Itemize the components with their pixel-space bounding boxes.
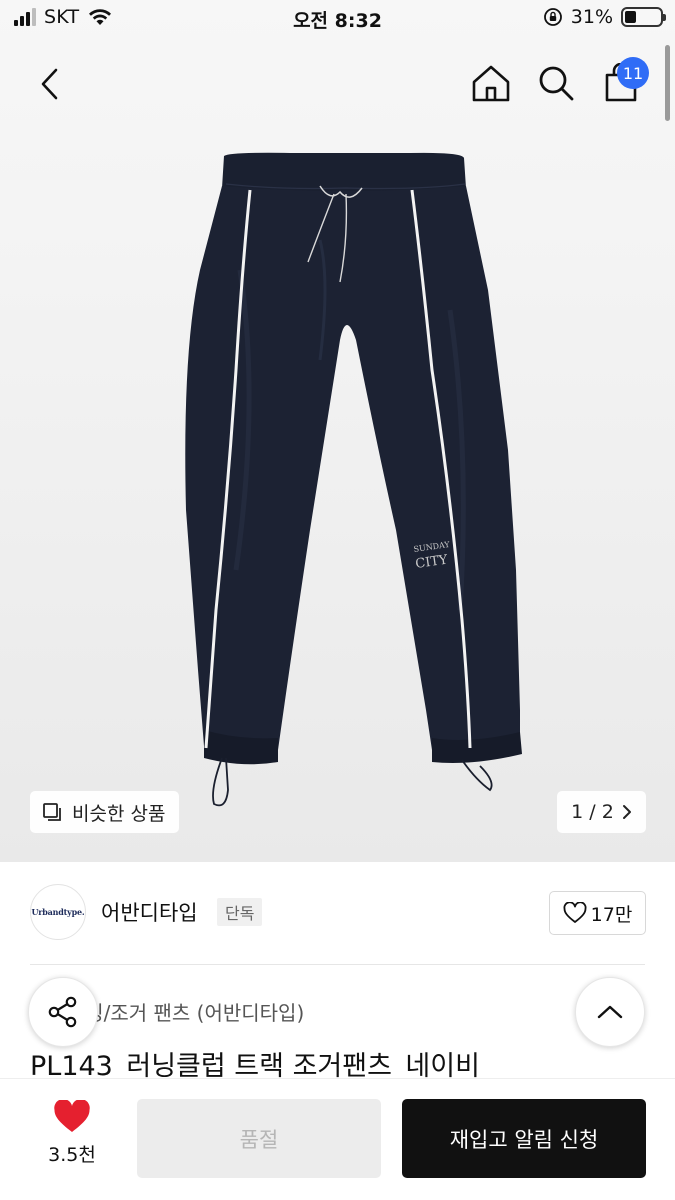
home-button[interactable] (468, 60, 514, 106)
product-image-area: SKT 오전 8:32 31% 11 SUNDAY CITY 비슷한 상품 1 … (0, 0, 675, 862)
heart-outline-icon (563, 902, 587, 923)
status-bar: SKT 오전 8:32 31% (0, 0, 675, 40)
similar-products-button[interactable]: 비슷한 상품 (30, 791, 180, 833)
scroll-to-top-button[interactable] (575, 977, 645, 1047)
back-button[interactable] (28, 62, 72, 106)
app-header (0, 50, 675, 116)
home-icon (472, 65, 510, 102)
orientation-lock-icon (543, 8, 562, 26)
share-icon (48, 996, 77, 1028)
battery-level-fill (625, 11, 636, 23)
chevron-right-icon (622, 805, 631, 819)
heart-filled-icon (54, 1100, 90, 1132)
product-like-button[interactable]: 3.5천 (30, 1100, 114, 1176)
chevron-left-icon (41, 68, 58, 100)
image-pager-text: 1 / 2 (571, 801, 614, 823)
product-like-count: 3.5천 (48, 1144, 96, 1166)
similar-products-label: 비슷한 상품 (72, 802, 166, 825)
status-right: 31% (543, 6, 666, 28)
battery-percent: 31% (570, 6, 613, 28)
brand-like-count: 17만 (590, 903, 633, 926)
search-button[interactable] (533, 60, 579, 106)
battery-icon (621, 7, 666, 27)
cart-count-badge: 11 (617, 57, 649, 89)
brand-like-button[interactable]: 17만 (549, 891, 646, 935)
exclusive-badge: 단독 (217, 898, 263, 926)
restock-alert-button[interactable]: 재입고 알림 신청 (402, 1099, 646, 1178)
search-icon (539, 66, 574, 101)
image-pager[interactable]: 1 / 2 (557, 791, 646, 833)
product-print: SUNDAY CITY (413, 540, 451, 572)
brand-logo-text: Urbandtype. (31, 907, 85, 917)
divider (30, 964, 645, 965)
similar-products-icon (43, 803, 61, 821)
product-image[interactable]: SUNDAY CITY (170, 150, 525, 810)
soldout-button[interactable]: 품절 (137, 1099, 381, 1178)
scroll-indicator (665, 45, 670, 121)
chevron-up-icon (597, 1005, 623, 1019)
brand-name[interactable]: 어반디타입 (101, 897, 198, 927)
share-button[interactable] (28, 977, 98, 1047)
brand-logo[interactable]: Urbandtype. (30, 884, 86, 940)
